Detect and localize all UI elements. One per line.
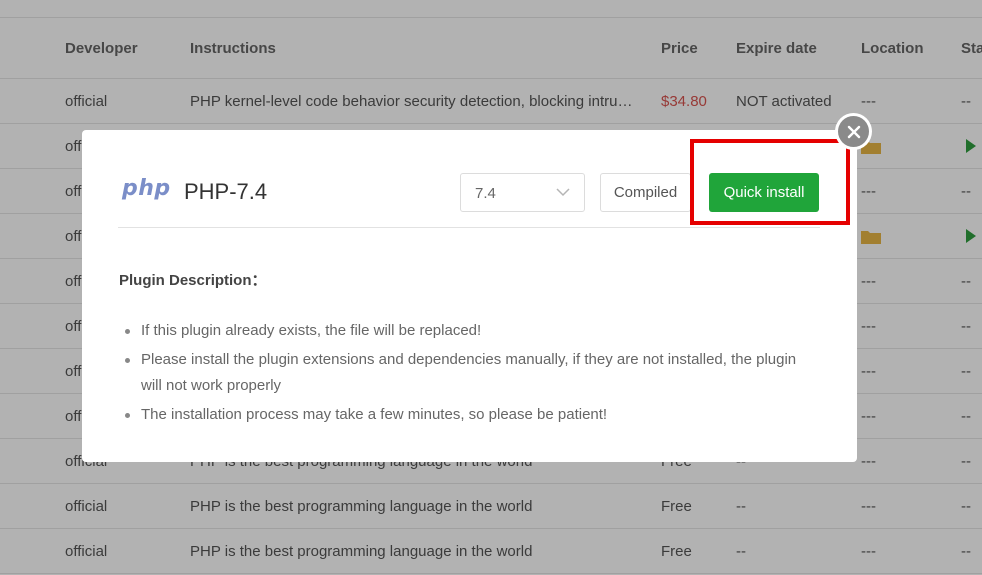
description-item: Please install the plugin extensions and…: [119, 347, 809, 399]
chevron-down-icon: [556, 188, 570, 197]
description-item: If this plugin already exists, the file …: [119, 318, 809, 344]
version-select-value: 7.4: [475, 185, 496, 202]
php-logo: php: [122, 176, 171, 201]
plugin-store-page: Developer Instructions Price Expire date…: [0, 0, 982, 575]
quick-install-button[interactable]: Quick install: [709, 173, 819, 212]
version-select[interactable]: 7.4: [460, 173, 585, 212]
dialog-divider: [118, 227, 820, 228]
compiled-button[interactable]: Compiled: [600, 173, 691, 212]
close-button[interactable]: [835, 113, 872, 150]
description-list: If this plugin already exists, the file …: [119, 318, 809, 431]
dialog-title: PHP-7.4: [184, 179, 268, 204]
install-dialog: php PHP-7.4 7.4 Compiled Quick install P…: [82, 130, 857, 462]
description-title: Plugin Description：: [119, 272, 267, 289]
close-icon: [838, 116, 869, 147]
description-item: The installation process may take a few …: [119, 402, 809, 428]
